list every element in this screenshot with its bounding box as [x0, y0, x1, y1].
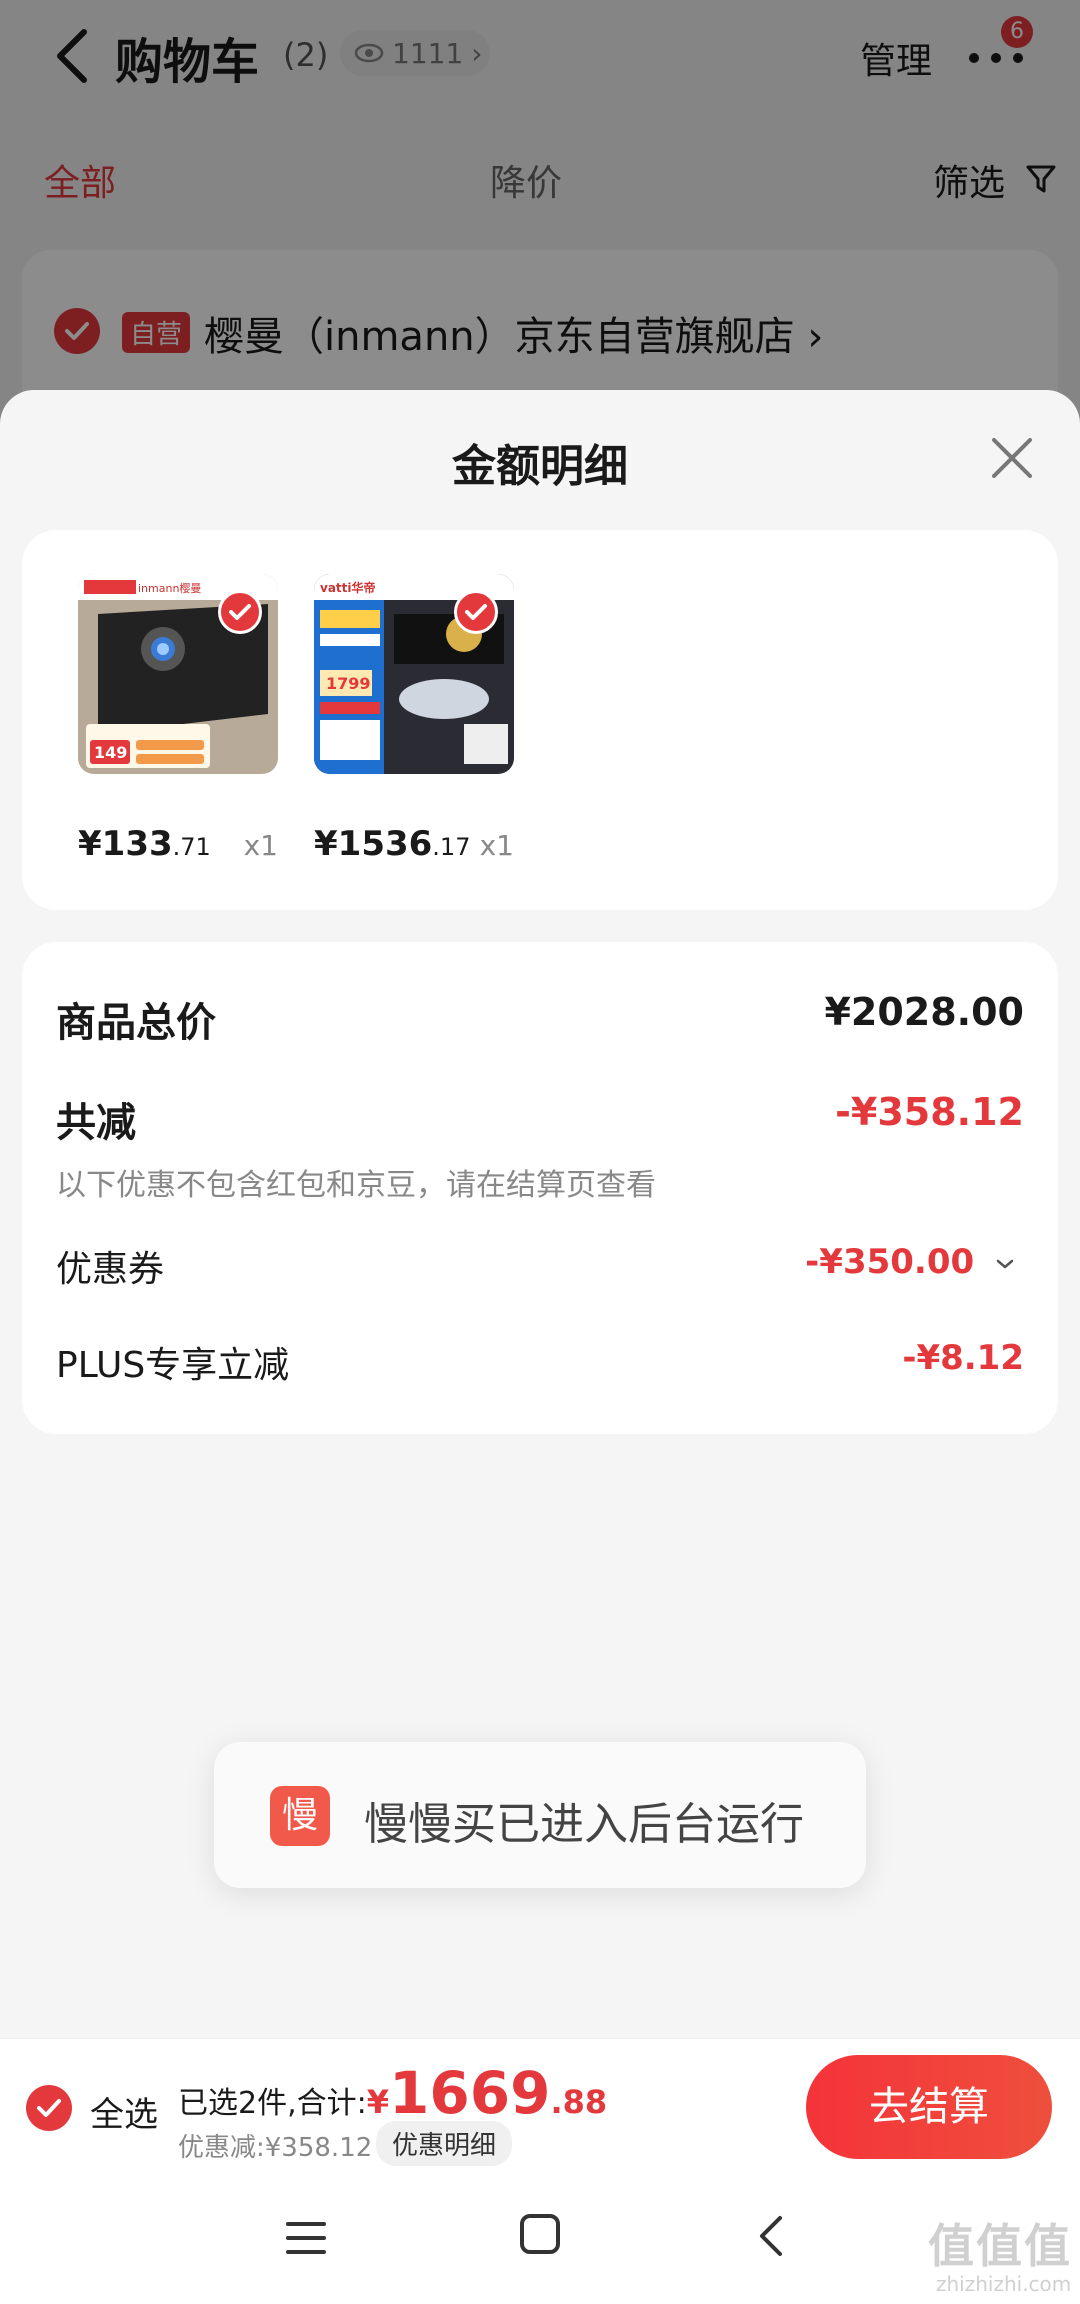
- watermark-url: zhizhizhi.com: [936, 2272, 1072, 2296]
- discount-note: 以下优惠不包含红包和京豆，请在结算页查看: [56, 1168, 656, 1203]
- product-brand: inmann樱曼: [138, 582, 201, 595]
- selected-text: 已选2件,合计:: [178, 2086, 367, 2121]
- product-image-price: 1799: [326, 674, 371, 693]
- product-price: ¥1536.17: [314, 824, 471, 864]
- check-icon: [37, 2099, 61, 2117]
- product-checkbox[interactable]: [218, 590, 262, 634]
- products-card: inmann樱曼 149 ¥133.71 x1 vatti华帝 1799 ¥15…: [22, 530, 1058, 910]
- product-price: ¥133.71: [78, 824, 211, 864]
- checkout-button[interactable]: 去结算: [806, 2055, 1052, 2159]
- close-icon[interactable]: [990, 436, 1034, 480]
- product-brand: vatti华帝: [320, 580, 376, 595]
- total-amount-dec: .88: [550, 2083, 608, 2121]
- discount-value: -¥358.12: [835, 1090, 1024, 1134]
- product-price-row: ¥1536.17 x1: [314, 824, 514, 864]
- product-quantity: x1: [243, 829, 278, 862]
- discount-row: 共减 -¥358.12 以下优惠不包含红包和京豆，请在结算页查看: [56, 1090, 1024, 1204]
- discount-detail-button[interactable]: 优惠明细: [376, 2121, 513, 2166]
- product-item[interactable]: inmann樱曼 149 ¥133.71 x1: [78, 574, 278, 864]
- checkout-bar: 全选 已选2件,合计:¥1669.88 优惠减:¥358.12 优惠明细 去结算: [0, 2038, 1080, 2174]
- sheet-title: 金额明细: [452, 441, 628, 492]
- plus-discount-row: PLUS专享立减 -¥8.12: [56, 1336, 1024, 1388]
- product-item[interactable]: vatti华帝 1799 ¥1536.17 x1: [314, 574, 514, 864]
- price-summary-card: 商品总价 ¥2028.00 共减 -¥358.12 以下优惠不包含红包和京豆，请…: [22, 942, 1058, 1434]
- product-quantity: x1: [479, 829, 514, 862]
- select-all-label[interactable]: 全选: [90, 2087, 158, 2136]
- coupon-value: -¥350.00: [805, 1242, 975, 1282]
- check-icon: [229, 604, 251, 620]
- product-checkbox[interactable]: [454, 590, 498, 634]
- manmanbuy-logo-icon: 慢: [270, 1786, 330, 1846]
- toast-text: 慢慢买已进入后台运行: [364, 1799, 804, 1850]
- discount-summary: 优惠减:¥358.12: [178, 2133, 373, 2163]
- chevron-down-icon[interactable]: [996, 1258, 1014, 1270]
- product-image: inmann樱曼 149: [78, 574, 278, 774]
- coupon-row[interactable]: 优惠券 -¥350.00: [56, 1240, 1024, 1292]
- total-amount-int: 1669: [389, 2059, 551, 2127]
- recent-apps-icon[interactable]: [286, 2220, 326, 2256]
- background-running-toast: 慢 慢慢买已进入后台运行: [214, 1742, 866, 1888]
- total-price-value: ¥2028.00: [824, 990, 1024, 1034]
- product-image-price: 149: [94, 743, 127, 762]
- plus-discount-label: PLUS专享立减: [56, 1345, 290, 1386]
- total-currency: ¥: [366, 2083, 389, 2121]
- system-nav-bar: [0, 2174, 1080, 2304]
- select-all-checkbox[interactable]: [26, 2085, 72, 2131]
- product-price-row: ¥133.71 x1: [78, 824, 278, 864]
- selected-total: 已选2件,合计:¥1669.88: [178, 2059, 607, 2127]
- watermark: 值值值: [928, 2219, 1072, 2273]
- coupon-value-wrap: -¥350.00: [805, 1242, 1014, 1282]
- home-icon[interactable]: [520, 2214, 560, 2254]
- check-icon: [465, 604, 487, 620]
- system-back-icon[interactable]: [756, 2214, 786, 2258]
- product-image: vatti华帝 1799: [314, 574, 514, 774]
- total-price-row: 商品总价 ¥2028.00: [56, 990, 1024, 1048]
- plus-discount-value: -¥8.12: [902, 1338, 1024, 1378]
